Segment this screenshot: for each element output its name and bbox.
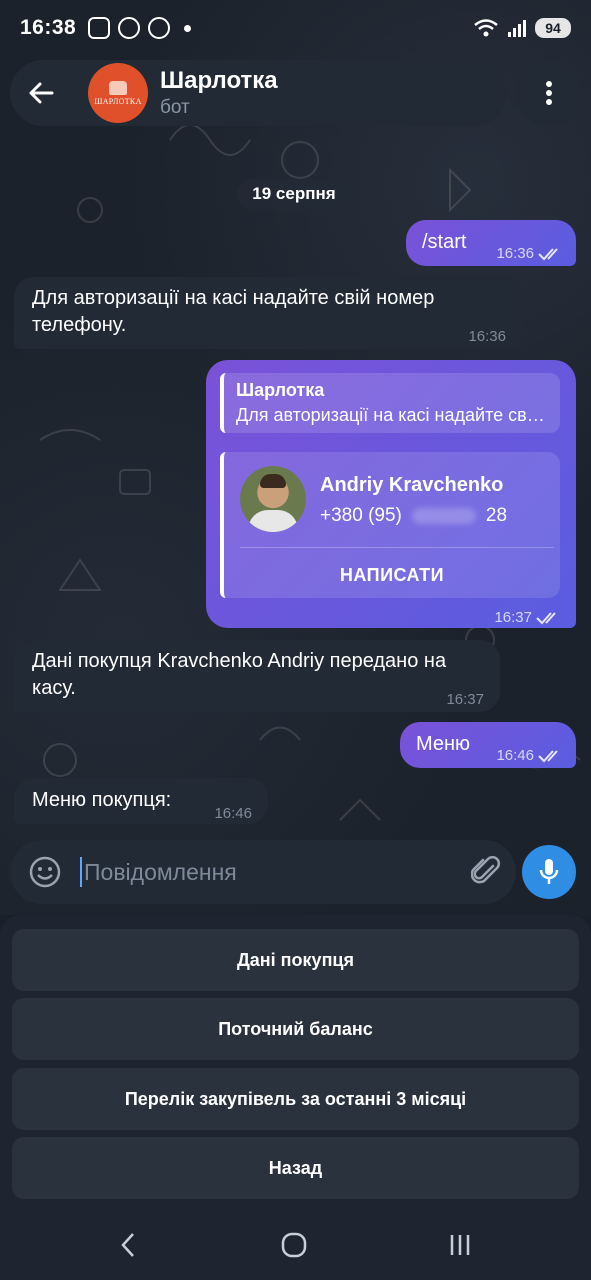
message-text: Меню xyxy=(416,733,471,755)
back-button[interactable] xyxy=(10,62,72,124)
chevron-left-icon xyxy=(121,1233,134,1257)
double-check-icon xyxy=(538,247,558,260)
paperclip-icon xyxy=(471,856,501,884)
incoming-message[interactable]: Дані покупця Kravchenko Andriy передано … xyxy=(14,640,500,712)
voice-message-button[interactable] xyxy=(522,845,576,899)
phone-prefix: +380 (95) xyxy=(320,505,402,526)
contact-card[interactable]: Andriy Kravchenko +380 (95) 28 НАПИСАТИ xyxy=(220,452,560,598)
nav-back-button[interactable] xyxy=(108,1228,148,1262)
contact-divider xyxy=(240,547,554,548)
date-separator: 19 серпня xyxy=(237,179,351,209)
message-input-placeholder: Повідомлення xyxy=(84,858,237,885)
message-text: Меню покупця: xyxy=(32,789,172,811)
message-meta: 16:37 xyxy=(494,604,562,631)
message-time: 16:36 xyxy=(468,328,506,345)
message-time: 16:36 xyxy=(496,245,534,262)
bot-avatar[interactable]: ШАРЛОТКА xyxy=(88,63,148,123)
more-notifications-dot xyxy=(184,24,192,32)
message-text: Для авторизації на касі надайте свій ном… xyxy=(32,287,435,336)
outgoing-contact-message[interactable]: Шарлотка Для авторизації на касі надайте… xyxy=(206,360,576,628)
home-icon xyxy=(281,1232,307,1258)
app-notification-icon xyxy=(118,17,141,39)
phone-suffix: 28 xyxy=(485,505,508,526)
contact-phone: +380 (95) 28 xyxy=(320,502,507,529)
message-time: 16:46 xyxy=(496,747,534,764)
screenshot-notification-icon xyxy=(88,17,111,39)
nav-recents-button[interactable] xyxy=(440,1228,480,1262)
avatar-logo-text: ШАРЛОТКА xyxy=(94,96,142,106)
keyboard-button-purchases[interactable]: Перелік закупівель за останні 3 місяці xyxy=(12,1068,579,1130)
incoming-message[interactable]: Меню покупця: 16:46 xyxy=(14,778,268,824)
message-time: 16:46 xyxy=(214,805,252,822)
phone-redacted xyxy=(411,507,476,524)
wifi-icon xyxy=(474,19,498,37)
arrow-left-icon xyxy=(29,82,54,104)
microphone-icon xyxy=(539,859,559,884)
chat-header[interactable]: ШАРЛОТКА Шарлотка бот xyxy=(10,60,506,126)
emoji-icon xyxy=(29,856,61,888)
chat-subtitle: бот xyxy=(160,97,190,118)
more-options-button[interactable] xyxy=(516,60,582,126)
chat-name: Шарлотка xyxy=(160,67,278,94)
contact-name: Andriy Kravchenko xyxy=(320,474,504,496)
message-meta: 16:36 xyxy=(496,240,564,267)
reply-author: Шарлотка xyxy=(236,380,325,400)
contact-avatar xyxy=(240,466,306,532)
message-time: 16:37 xyxy=(494,609,532,626)
message-meta: 16:46 xyxy=(496,742,564,769)
notification-icons xyxy=(88,17,192,39)
battery-indicator: 94 xyxy=(535,18,571,38)
chat-title-block[interactable]: Шарлотка бот xyxy=(160,67,278,119)
reply-quote[interactable]: Шарлотка Для авторизації на касі надайте… xyxy=(220,373,560,433)
message-input[interactable]: Повідомлення xyxy=(80,857,456,887)
incoming-message[interactable]: Для авторизації на касі надайте свій ном… xyxy=(14,277,522,349)
text-caret xyxy=(80,857,82,887)
keyboard-button-buyer-data[interactable]: Дані покупця xyxy=(12,929,579,991)
message-composer: Повідомлення xyxy=(10,840,516,904)
message-text: /start xyxy=(422,231,467,253)
message-time: 16:37 xyxy=(446,691,484,708)
cake-logo-icon xyxy=(109,80,127,95)
nav-home-button[interactable] xyxy=(274,1228,314,1262)
write-message-button[interactable]: НАПИСАТИ xyxy=(224,552,560,598)
double-check-icon xyxy=(536,611,556,624)
message-text: Дані покупця Kravchenko Andriy передано … xyxy=(32,650,447,699)
keyboard-button-balance[interactable]: Поточний баланс xyxy=(12,998,579,1060)
more-vertical-icon xyxy=(546,81,552,105)
reply-text: Для авторизації на касі надайте свій ном… xyxy=(236,405,548,425)
attach-button[interactable] xyxy=(456,840,516,904)
outgoing-message[interactable]: /start 16:36 xyxy=(406,220,576,266)
keyboard-button-back[interactable]: Назад xyxy=(12,1137,579,1199)
system-navigation-bar xyxy=(0,1212,591,1278)
status-bar: 16:38 94 xyxy=(0,0,591,56)
chatgpt-notification-icon xyxy=(148,17,171,39)
emoji-button[interactable] xyxy=(10,840,80,904)
status-time: 16:38 xyxy=(20,16,77,39)
system-icons: 94 xyxy=(473,18,571,38)
outgoing-message[interactable]: Меню 16:46 xyxy=(400,722,576,768)
recent-apps-icon xyxy=(450,1235,470,1255)
double-check-icon xyxy=(538,749,558,762)
signal-icon xyxy=(508,20,526,37)
